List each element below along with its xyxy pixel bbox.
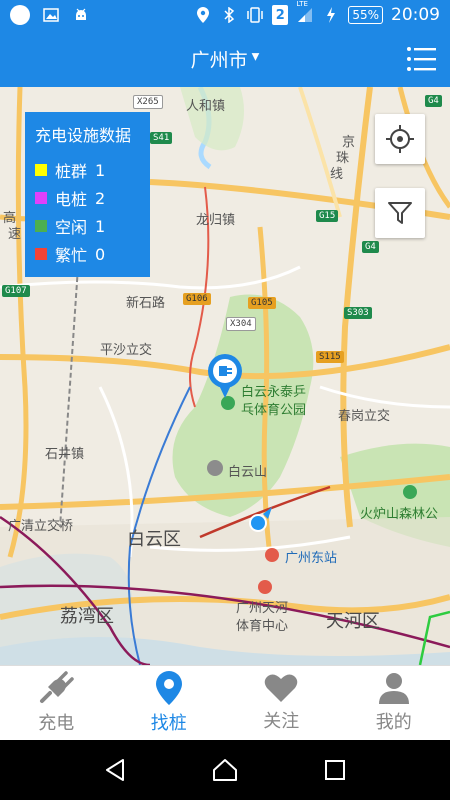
map-label-liwan: 荔湾区 [60,606,114,627]
locate-button[interactable] [375,114,425,164]
legend-row-idle: 空闲 1 [35,212,140,240]
notification-dot-icon [10,5,30,25]
app-header: 广州市 ▼ [0,30,450,87]
map-label-jingzhu-3: 线 [330,167,344,182]
road-shield-g15: G15 [316,210,339,222]
map-label-baiyun-district: 白云区 [127,529,181,550]
road-shield-g106: G106 [183,293,211,305]
road-shield-x265: X265 [133,95,163,109]
forest-poi-marker[interactable] [403,485,417,499]
bottom-tab-bar: 充电 找桩 关注 我的 [0,665,450,740]
road-shield-s115: S115 [316,351,344,363]
map-label-gaosu-2: 速 [8,227,22,242]
map-label-tianhe-district: 天河区 [326,611,380,632]
legend-count: 2 [95,188,106,208]
legend-row-clusters: 桩群 1 [35,156,140,184]
road-shield-g107: G107 [2,285,30,297]
legend-row-piles: 电桩 2 [35,184,140,212]
current-location-dot [249,514,267,532]
map-label-baiyun-park-2: 乓体育公园 [241,403,307,418]
legend-row-busy: 繁忙 0 [35,240,140,268]
legend-label: 电桩 [55,190,88,209]
stats-title: 充电设施数据 [35,126,132,145]
plug-icon [40,671,74,703]
road-shield-x304: X304 [226,317,256,331]
back-triangle-icon [106,759,124,781]
legend-count: 0 [95,244,106,264]
location-icon [194,6,212,24]
list-icon [407,47,436,71]
tab-label: 找桩 [150,713,187,734]
red-swatch-icon [35,248,47,260]
legend-label: 繁忙 [55,246,88,265]
image-icon [42,6,60,24]
map-label-huolushan: 火炉山森林公 [360,507,439,522]
caret-down-icon: ▼ [251,51,260,62]
map-label-shijing: 石井镇 [45,447,85,462]
person-icon [378,673,409,704]
map-label-pingsha: 平沙立交 [100,343,153,358]
city-selector[interactable]: 广州市 ▼ [191,45,260,72]
city-name: 广州市 [190,49,248,71]
legend-count: 1 [95,160,106,180]
sim-slot-badge: 2 [272,5,289,25]
road-shield-g4: G4 [425,95,442,107]
recents-button[interactable] [315,750,355,790]
tab-label: 我的 [375,712,412,733]
tab-label: 关注 [263,711,300,732]
map-label-xinshilu: 新石路 [126,296,166,311]
tab-find-charger[interactable]: 找桩 [113,666,226,740]
battery-indicator: 55% [348,6,383,24]
bluetooth-icon [220,6,238,24]
network-type-label: LTE [296,0,308,8]
vibrate-icon [246,6,264,24]
filter-button[interactable] [375,188,425,238]
signal-icon: LTE [296,0,314,24]
purple-swatch-icon [35,192,47,204]
tab-favorites[interactable]: 关注 [225,666,338,740]
map-view[interactable]: 人和镇 龙归镇 新石路 平沙立交 白云永泰乒 乓体育公园 白云山 春岗立交 石井… [0,87,450,665]
road-shield-s41: S41 [150,132,173,144]
crosshair-icon [386,125,414,153]
status-bar: 2 LTE 55% 20:09 [0,0,450,30]
charging-stats-panel: 充电设施数据 桩群 1 电桩 2 空闲 1 繁忙 0 [25,112,150,277]
legend-label: 桩群 [55,162,88,181]
clock: 20:09 [391,5,440,25]
map-label-tianhe-sports-2: 体育中心 [236,619,289,634]
map-label-chungang: 春岗立交 [338,409,391,424]
map-label-baiyun-park: 白云永泰乒 [241,385,307,400]
sports-poi-marker[interactable] [258,580,272,594]
station-poi-marker[interactable] [265,548,279,562]
map-label-longgui: 龙归镇 [196,213,236,228]
home-icon [213,759,237,781]
map-label-renhe: 人和镇 [186,99,226,114]
back-button[interactable] [95,750,135,790]
road-shield-g105: G105 [248,297,276,309]
charging-icon [322,6,340,24]
map-label-guangqing: 广清立交桥 [8,519,74,534]
road-shield-s303: S303 [344,307,372,319]
poi-marker[interactable] [207,460,223,476]
location-pin-icon [155,671,182,705]
android-icon [72,6,90,24]
system-nav-bar [0,740,450,800]
map-label-guangzhou-east: 广州东站 [285,551,338,566]
map-label-tianhe-sports: 广州天河 [236,601,289,616]
tab-label: 充电 [38,713,75,734]
heart-icon [264,674,298,702]
park-poi-marker[interactable] [221,396,235,410]
list-menu-button[interactable] [406,45,436,73]
map-label-baiyunshan: 白云山 [228,465,268,480]
legend-count: 1 [95,216,106,236]
tab-profile[interactable]: 我的 [338,666,450,740]
home-button[interactable] [205,750,245,790]
road-shield-g4-mid: G4 [362,241,379,253]
legend-label: 空闲 [55,218,88,237]
yellow-swatch-icon [35,164,47,176]
tab-charge[interactable]: 充电 [0,666,113,740]
green-swatch-icon [35,220,47,232]
recents-square-icon [325,760,345,780]
funnel-icon [388,202,412,224]
